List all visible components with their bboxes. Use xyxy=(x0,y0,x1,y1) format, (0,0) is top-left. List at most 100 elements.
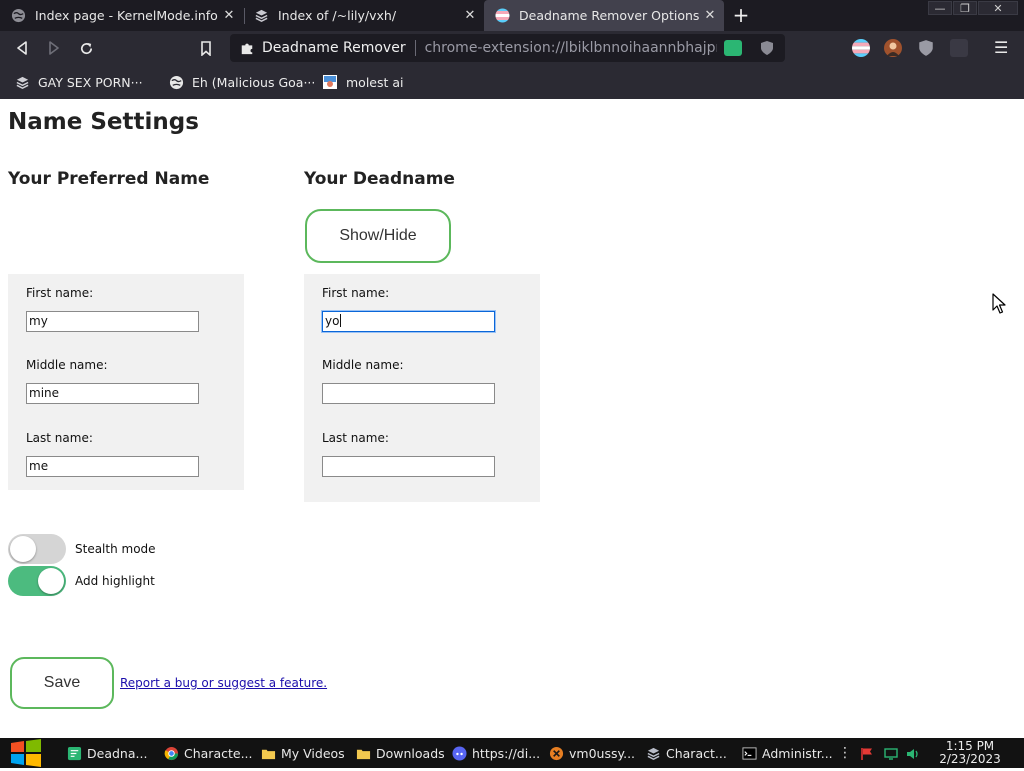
deadname-middle-input[interactable] xyxy=(322,383,495,404)
taskbar-task[interactable]: Deadna... xyxy=(66,738,147,768)
trans-flag-extension-icon[interactable] xyxy=(852,39,870,57)
clock-date: 2/23/2023 xyxy=(939,752,1001,766)
taskbar-task[interactable]: Charact... xyxy=(645,738,727,768)
address-bar[interactable]: Deadname Remover chrome-extension://lbik… xyxy=(230,34,785,62)
minimize-button[interactable]: — xyxy=(928,1,952,15)
extension-badge-icon[interactable] xyxy=(724,40,742,56)
trans-flag-icon xyxy=(494,8,510,24)
stack-icon xyxy=(253,8,269,24)
tab-title: Deadname Remover Options xyxy=(519,8,700,23)
bookmark-item[interactable]: molest ai xyxy=(322,72,404,92)
x-circle-icon xyxy=(548,745,564,761)
tab-index-of-lily[interactable]: Index of /~lily/vxh/ ✕ xyxy=(243,0,484,31)
stack-icon xyxy=(645,745,661,761)
add-highlight-toggle[interactable] xyxy=(8,566,66,596)
mouse-cursor-icon xyxy=(992,293,1006,315)
folder-icon xyxy=(355,745,371,761)
extensions-overflow-icon[interactable] xyxy=(950,39,968,57)
preferred-last-input[interactable]: me xyxy=(26,456,199,477)
add-highlight-row: Add highlight xyxy=(8,566,155,596)
discord-icon xyxy=(451,745,467,761)
bookmark-item[interactable]: Eh (Malicious Goa··· xyxy=(168,72,315,92)
task-label: Charact... xyxy=(666,745,727,761)
tab-deadname-remover-options[interactable]: Deadname Remover Options ✕ xyxy=(484,0,724,31)
taskbar-task[interactable]: My Videos xyxy=(260,738,345,768)
taskbar-task[interactable]: https://di... xyxy=(451,738,540,768)
tab-title: Index page - KernelMode.info xyxy=(35,8,218,23)
globe-icon xyxy=(168,74,184,90)
extension-name: Deadname Remover xyxy=(262,40,406,56)
preferred-first-label: First name: xyxy=(26,286,94,300)
bookmark-label: molest ai xyxy=(346,74,404,90)
deadname-last-label: Last name: xyxy=(322,431,389,445)
new-tab-button[interactable]: + xyxy=(730,4,752,26)
stealth-mode-row: Stealth mode xyxy=(8,534,156,564)
task-label: https://di... xyxy=(472,745,541,761)
tab-kernelmode[interactable]: Index page - KernelMode.info ✕ xyxy=(0,0,243,31)
profile-avatar-icon[interactable] xyxy=(884,39,902,57)
ublock-shield-icon[interactable] xyxy=(917,39,935,57)
bookmark-label: Eh (Malicious Goa··· xyxy=(192,74,316,90)
close-icon[interactable]: ✕ xyxy=(221,8,237,24)
save-button[interactable]: Save xyxy=(10,657,114,709)
deadname-heading: Your Deadname xyxy=(304,169,455,189)
preferred-first-input[interactable]: my xyxy=(26,311,199,332)
stack-icon xyxy=(14,74,30,90)
task-label: Deadna... xyxy=(87,745,148,761)
toggle-knob xyxy=(38,568,64,594)
restore-button[interactable]: ❐ xyxy=(953,1,977,15)
back-icon[interactable] xyxy=(12,38,32,58)
url-text[interactable]: chrome-extension://lbiklbnnoihaannbhajpm… xyxy=(425,40,717,56)
taskbar-task[interactable]: Downloads xyxy=(355,738,445,768)
tab-title: Index of /~lily/vxh/ xyxy=(278,8,397,23)
report-bug-link[interactable]: Report a bug or suggest a feature. xyxy=(120,676,327,690)
puzzle-icon xyxy=(239,40,255,56)
deadname-panel: First name: yo Middle name: Last name: xyxy=(304,274,540,502)
show-hide-button[interactable]: Show/Hide xyxy=(305,209,451,263)
close-icon[interactable]: ✕ xyxy=(462,8,478,24)
reload-icon[interactable] xyxy=(76,38,96,58)
deadname-middle-label: Middle name: xyxy=(322,358,404,372)
page-title: Name Settings xyxy=(8,109,199,135)
preferred-middle-label: Middle name: xyxy=(26,358,108,372)
bookmark-item[interactable]: GAY SEX PORN··· xyxy=(14,72,143,92)
taskbar-task[interactable]: Administr... xyxy=(741,738,833,768)
preferred-last-label: Last name: xyxy=(26,431,93,445)
task-label: My Videos xyxy=(281,745,345,761)
preferred-middle-input[interactable]: mine xyxy=(26,383,199,404)
volume-icon[interactable] xyxy=(906,746,920,760)
task-label: Characte... xyxy=(184,745,253,761)
green-chat-icon xyxy=(66,745,82,761)
bookmark-icon[interactable] xyxy=(196,38,216,58)
folder-icon xyxy=(260,745,276,761)
shield-icon[interactable] xyxy=(760,40,774,56)
image-icon xyxy=(322,74,338,90)
task-label: Downloads xyxy=(376,745,445,761)
navigation-bar: Deadname Remover chrome-extension://lbik… xyxy=(0,31,1024,65)
stealth-mode-label: Stealth mode xyxy=(75,542,156,556)
flag-icon[interactable] xyxy=(860,746,874,760)
network-icon[interactable] xyxy=(884,746,898,760)
stealth-mode-toggle[interactable] xyxy=(8,534,66,564)
close-icon[interactable]: ✕ xyxy=(702,8,718,24)
chrome-icon xyxy=(163,745,179,761)
tray-overflow-icon[interactable]: ⋮ xyxy=(838,746,852,760)
close-window-button[interactable]: ✕ xyxy=(978,1,1018,15)
deadname-last-input[interactable] xyxy=(322,456,495,477)
deadname-first-label: First name: xyxy=(322,286,390,300)
preferred-name-panel: First name: my Middle name: mine Last na… xyxy=(8,274,244,490)
forward-icon[interactable] xyxy=(44,38,64,58)
taskbar-clock[interactable]: 1:15 PM 2/23/2023 xyxy=(934,740,1006,766)
taskbar-task[interactable]: Characte... xyxy=(163,738,253,768)
deadname-first-value: yo xyxy=(325,314,340,328)
preferred-name-heading: Your Preferred Name xyxy=(8,169,210,189)
url-divider xyxy=(414,40,416,56)
task-label: Administr... xyxy=(762,745,833,761)
task-label: vm0ussy... xyxy=(569,745,636,761)
deadname-first-input[interactable]: yo xyxy=(322,311,495,332)
options-page: Name Settings Your Preferred Name Your D… xyxy=(0,99,1024,738)
windows-taskbar: Deadna... Characte... My Videos Download… xyxy=(0,738,1024,768)
taskbar-task[interactable]: vm0ussy... xyxy=(548,738,635,768)
windows-start-icon[interactable] xyxy=(8,739,44,767)
hamburger-menu-icon[interactable]: ☰ xyxy=(994,39,1008,57)
